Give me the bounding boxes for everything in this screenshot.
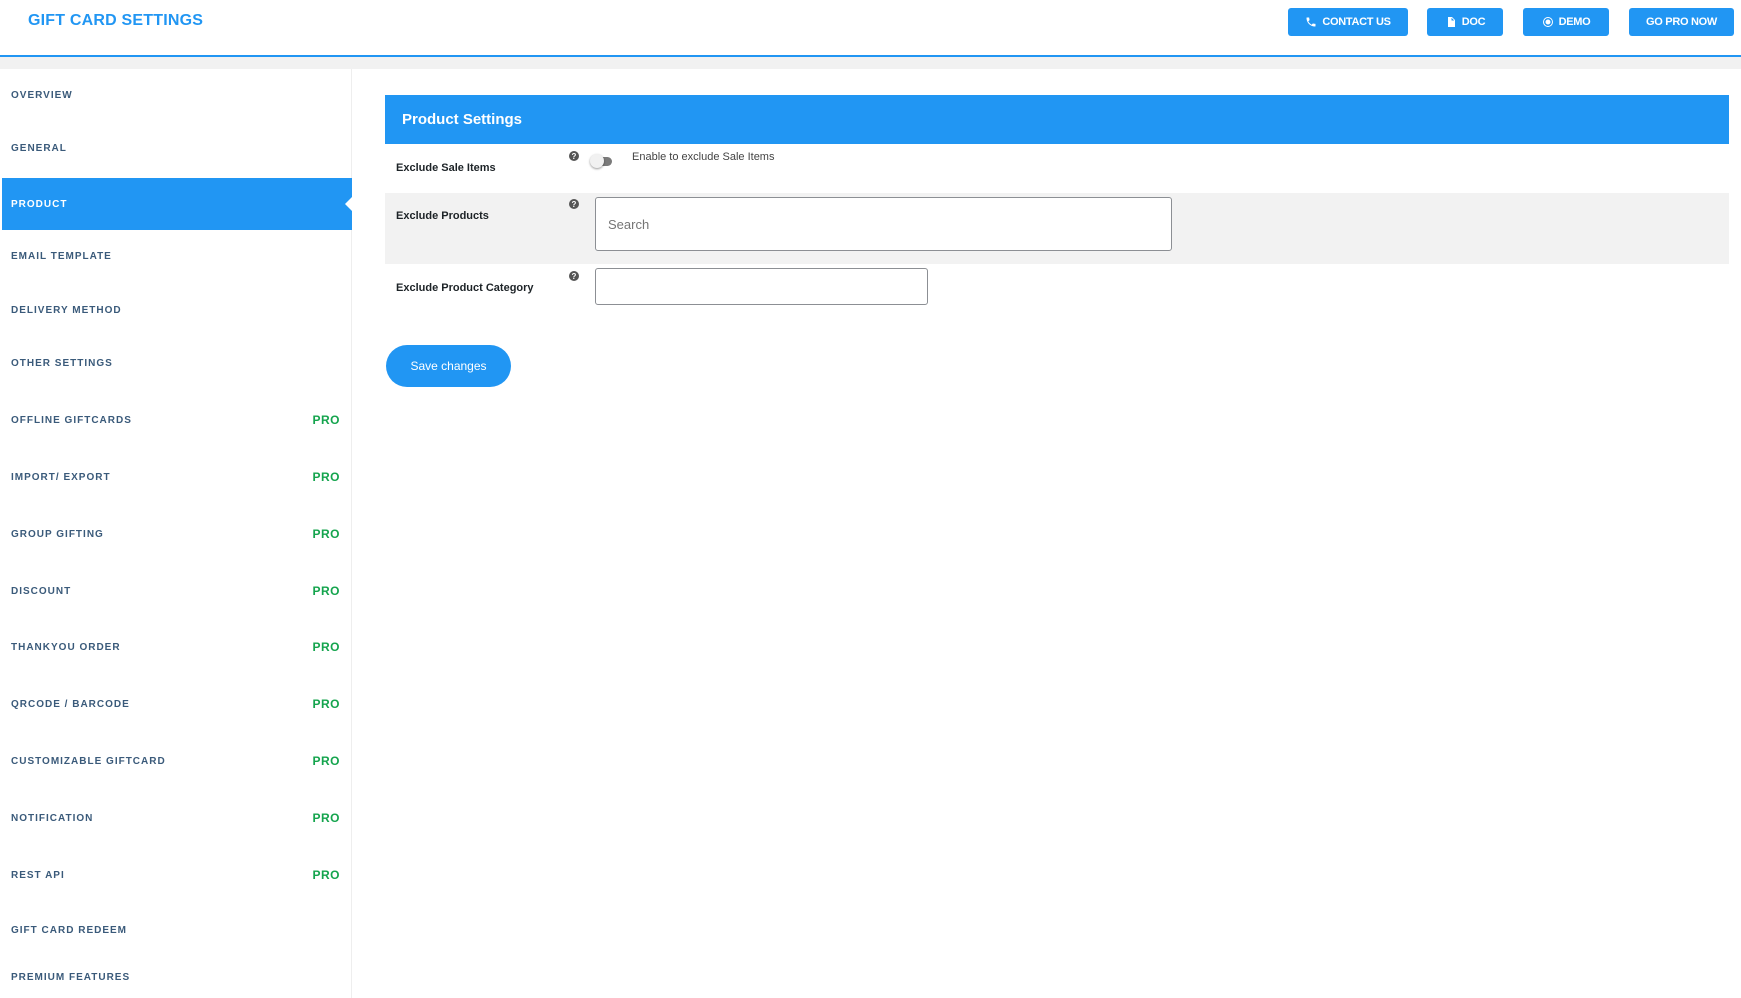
pro-badge: PRO	[312, 584, 340, 598]
pro-badge: PRO	[312, 640, 340, 654]
save-changes-label: Save changes	[410, 359, 487, 373]
document-icon	[1447, 17, 1455, 27]
sidebar-item-qrcode-barcode[interactable]: QRCODE / BARCODE PRO	[2, 678, 352, 730]
toggle-knob	[590, 154, 604, 168]
sidebar-item-label: PREMIUM FEATURES	[11, 971, 131, 983]
sidebar-item-customizable-giftcard[interactable]: CUSTOMIZABLE GIFTCARD PRO	[2, 735, 352, 787]
page-title: GIFT CARD SETTINGS	[28, 12, 204, 29]
help-icon[interactable]: ?	[569, 271, 579, 281]
help-icon[interactable]: ?	[569, 199, 579, 209]
sidebar-item-label: DISCOUNT	[11, 585, 72, 597]
sidebar-item-premium-features[interactable]: PREMIUM FEATURES	[2, 957, 352, 997]
sidebar-item-delivery-method[interactable]: DELIVERY METHOD	[2, 284, 352, 336]
sidebar-item-gift-card-redeem[interactable]: GIFT CARD REDEEM	[2, 904, 352, 956]
sidebar-item-label: IMPORT/ EXPORT	[11, 471, 111, 483]
doc-button[interactable]: DOC	[1427, 8, 1503, 36]
sidebar-item-label: DELIVERY METHOD	[11, 304, 122, 316]
sidebar-item-discount[interactable]: DISCOUNT PRO	[2, 565, 352, 617]
pro-badge: PRO	[312, 811, 340, 825]
sidebar-item-label: GIFT CARD REDEEM	[11, 924, 127, 936]
exclude-products-row: Exclude Products ?	[385, 193, 1729, 264]
exclude-sale-items-row: Exclude Sale Items ? Enable to exclude S…	[385, 144, 1729, 193]
sidebar-item-label: GENERAL	[11, 142, 67, 154]
sidebar-item-offline-giftcards[interactable]: OFFLINE GIFTCARDS PRO	[2, 394, 352, 446]
exclude-products-label: Exclude Products	[396, 210, 489, 222]
phone-icon	[1306, 17, 1316, 27]
sidebar-item-rest-api[interactable]: REST API PRO	[2, 849, 352, 901]
sidebar-item-label: OTHER SETTINGS	[11, 357, 113, 369]
sidebar-item-label: THANKYOU ORDER	[11, 641, 121, 653]
sidebar-item-label: GROUP GIFTING	[11, 528, 104, 540]
sidebar-item-label: OFFLINE GIFTCARDS	[11, 414, 132, 426]
sidebar-item-label: PRODUCT	[11, 198, 68, 210]
sidebar-item-general[interactable]: GENERAL	[2, 122, 352, 174]
sidebar-nav: OVERVIEW GENERAL PRODUCT EMAIL TEMPLATE …	[2, 69, 352, 998]
sidebar-item-email-template[interactable]: EMAIL TEMPLATE	[2, 230, 352, 282]
pro-badge: PRO	[312, 697, 340, 711]
contact-us-label: CONTACT US	[1322, 16, 1391, 28]
sidebar-item-notification[interactable]: NOTIFICATION PRO	[2, 792, 352, 844]
panel-title: Product Settings	[402, 111, 523, 128]
exclude-sale-items-description: Enable to exclude Sale Items	[632, 151, 775, 163]
sidebar-item-thankyou-order[interactable]: THANKYOU ORDER PRO	[2, 621, 352, 673]
exclude-sale-items-label: Exclude Sale Items	[396, 162, 496, 174]
sidebar-item-other-settings[interactable]: OTHER SETTINGS	[2, 337, 352, 389]
sidebar-item-group-gifting[interactable]: GROUP GIFTING PRO	[2, 508, 352, 560]
sidebar-item-overview[interactable]: OVERVIEW	[2, 69, 352, 121]
panel-header: Product Settings	[385, 95, 1729, 144]
exclude-product-category-label: Exclude Product Category	[396, 282, 534, 294]
doc-label: DOC	[1461, 16, 1486, 28]
sidebar-item-label: CUSTOMIZABLE GIFTCARD	[11, 755, 166, 767]
contact-us-button[interactable]: CONTACT US	[1288, 8, 1408, 36]
go-pro-label: GO PRO NOW	[1646, 16, 1717, 28]
sidebar-item-import-export[interactable]: IMPORT/ EXPORT PRO	[2, 451, 352, 503]
sidebar-item-label: REST API	[11, 869, 65, 881]
go-pro-now-button[interactable]: GO PRO NOW	[1629, 8, 1734, 36]
header-divider	[0, 57, 1741, 69]
pro-badge: PRO	[312, 413, 340, 427]
sidebar-item-label: OVERVIEW	[11, 89, 73, 101]
pro-badge: PRO	[312, 527, 340, 541]
exclude-product-category-select[interactable]	[595, 268, 928, 305]
demo-button[interactable]: DEMO	[1523, 8, 1609, 36]
exclude-sale-items-toggle[interactable]	[590, 154, 613, 168]
top-header: GIFT CARD SETTINGS CONTACT US DOC DEMO G…	[0, 0, 1741, 57]
sidebar-item-label: EMAIL TEMPLATE	[11, 250, 112, 262]
exclude-products-search-input[interactable]	[595, 197, 1172, 251]
pro-badge: PRO	[312, 470, 340, 484]
pro-badge: PRO	[312, 754, 340, 768]
sidebar-item-product[interactable]: PRODUCT	[2, 178, 352, 230]
sidebar-item-label: QRCODE / BARCODE	[11, 698, 130, 710]
sidebar-item-label: NOTIFICATION	[11, 812, 94, 824]
play-circle-icon	[1542, 17, 1553, 27]
exclude-product-category-row: Exclude Product Category ?	[385, 264, 1729, 315]
help-icon[interactable]: ?	[569, 151, 579, 161]
pro-badge: PRO	[312, 868, 340, 882]
save-changes-button[interactable]: Save changes	[386, 345, 511, 387]
demo-label: DEMO	[1558, 16, 1591, 28]
